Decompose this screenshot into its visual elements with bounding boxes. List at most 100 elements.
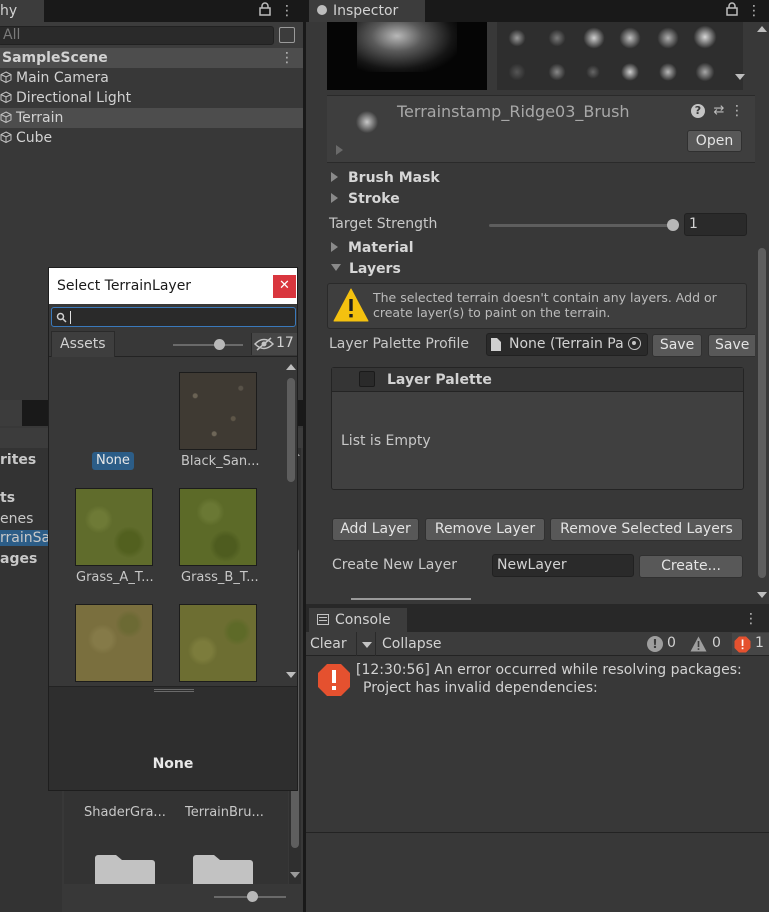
terrain-texture-grass-b — [179, 488, 257, 566]
asset-header-foldout-arrow[interactable] — [336, 145, 343, 155]
create-new-layer-label: Create New Layer — [332, 557, 457, 573]
brush-thumbnail[interactable] — [691, 24, 719, 50]
slider-thumb[interactable] — [667, 219, 679, 231]
popup-search-input[interactable] — [51, 307, 296, 327]
open-button[interactable]: Open — [687, 130, 742, 152]
brush-thumbnail[interactable] — [655, 26, 681, 50]
grid-item-none[interactable]: None — [59, 370, 164, 470]
inspector-tab[interactable]: Inspector — [309, 0, 425, 22]
foldout-stroke[interactable]: Stroke — [331, 191, 400, 207]
grid-item-terrain-4[interactable] — [169, 602, 274, 686]
slider-thumb[interactable] — [214, 339, 225, 350]
target-strength-input[interactable]: 1 — [684, 213, 747, 236]
create-layer-button[interactable]: Create... — [639, 555, 743, 578]
scroll-thumb[interactable] — [287, 378, 295, 482]
more-options-icon[interactable]: ⋮ — [747, 1, 761, 21]
popup-grid-scrollbar[interactable] — [285, 358, 297, 686]
layer-palette-select-all-checkbox[interactable] — [359, 371, 375, 387]
new-layer-name-input[interactable]: NewLayer — [492, 554, 634, 577]
brush-thumbnail[interactable] — [585, 64, 601, 80]
brush-grid-scroll-down-icon[interactable] — [735, 74, 745, 80]
preview-resize-handle[interactable] — [154, 689, 194, 692]
brush-thumbnail[interactable] — [547, 28, 567, 48]
clear-options-dropdown[interactable] — [356, 632, 376, 656]
project-status-bar — [64, 884, 301, 912]
brush-thumbnail[interactable] — [581, 26, 607, 50]
foldout-material[interactable]: Material — [331, 240, 414, 256]
error-count-toggle[interactable]: 1 — [732, 633, 769, 655]
console-error-entry[interactable]: [12:30:56] An error occurred while resol… — [306, 657, 769, 707]
popup-preview-pane — [49, 686, 297, 790]
brush-thumbnail-grid[interactable] — [497, 22, 743, 90]
more-options-icon[interactable]: ⋮ — [280, 1, 294, 21]
console-tab[interactable]: Console — [309, 608, 407, 632]
assets-tab[interactable]: Assets — [51, 331, 115, 357]
inspector-scrollbar[interactable] — [755, 22, 769, 604]
scroll-down-arrow[interactable] — [757, 592, 767, 598]
error-icon — [734, 636, 751, 653]
foldout-brush-mask[interactable]: Brush Mask — [331, 170, 440, 186]
brush-thumbnail[interactable] — [693, 62, 717, 82]
lock-icon[interactable] — [257, 2, 273, 20]
object-picker-icon[interactable] — [628, 337, 641, 350]
grid-item-black-sand[interactable]: Black_San... — [169, 370, 274, 470]
scroll-down-arrow[interactable] — [290, 872, 300, 878]
remove-layer-button[interactable]: Remove Layer — [425, 518, 545, 541]
project-sidebar-scenes[interactable]: enes — [0, 511, 33, 527]
collapse-button[interactable]: Collapse — [382, 636, 442, 652]
hierarchy-search-mode-icon[interactable] — [279, 27, 295, 43]
hierarchy-item-terrain[interactable]: Terrain — [0, 108, 303, 128]
project-sidebar-favorites[interactable]: rites — [0, 452, 36, 468]
popup-zoom-slider[interactable] — [173, 339, 243, 351]
grid-item-grass-b[interactable]: Grass_B_T... — [169, 486, 274, 586]
folder-icon[interactable] — [94, 852, 156, 886]
grid-item-terrain-3[interactable] — [59, 602, 164, 686]
hierarchy-item-main-camera[interactable]: Main Camera — [0, 68, 303, 88]
save-profile-button[interactable]: Save — [652, 334, 702, 357]
brush-thumbnail[interactable] — [507, 28, 527, 48]
hierarchy-tab[interactable]: hy — [0, 0, 44, 22]
target-strength-slider[interactable] — [489, 216, 679, 236]
project-sidebar-packages[interactable]: ages — [0, 551, 37, 567]
add-layer-button[interactable]: Add Layer — [332, 518, 419, 541]
popup-close-button[interactable]: ✕ — [273, 275, 296, 298]
scene-header[interactable]: SampleScene — [0, 48, 303, 68]
terrain-texture-grass-a — [75, 488, 153, 566]
help-icon[interactable]: ? — [691, 104, 705, 118]
layer-palette-profile-field[interactable]: None (Terrain Pa — [486, 333, 648, 356]
project-asset-label[interactable]: ShaderGra... — [84, 805, 166, 820]
scene-menu-icon[interactable]: ⋮ — [280, 48, 294, 68]
warning-count-toggle[interactable]: 0 — [690, 635, 726, 653]
hierarchy-item-directional-light[interactable]: Directional Light — [0, 88, 303, 108]
scroll-up-arrow[interactable] — [757, 26, 767, 32]
grid-item-grass-a[interactable]: Grass_A_T... — [59, 486, 164, 586]
console-menu-icon[interactable]: ⋮ — [744, 609, 758, 629]
info-count: 0 — [667, 635, 676, 651]
folder-icon[interactable] — [192, 852, 254, 886]
hierarchy-item-cube[interactable]: Cube — [0, 128, 303, 148]
preset-icon[interactable]: ⇄ — [711, 101, 727, 121]
info-count-toggle[interactable]: ! 0 — [647, 635, 683, 653]
brush-thumbnail[interactable] — [547, 62, 567, 82]
brush-thumbnail[interactable] — [507, 62, 527, 82]
brush-preview-selected[interactable] — [327, 22, 487, 90]
project-sidebar-assets[interactable]: ts — [0, 490, 15, 506]
scroll-up-arrow[interactable] — [286, 364, 296, 370]
brush-thumbnail[interactable] — [657, 62, 679, 82]
project-asset-label[interactable]: TerrainBru... — [185, 805, 264, 820]
remove-selected-layers-button[interactable]: Remove Selected Layers — [550, 518, 743, 541]
hidden-packages-toggle[interactable]: 17 — [251, 333, 297, 355]
console-details-splitter[interactable] — [306, 832, 769, 833]
scroll-down-arrow[interactable] — [286, 672, 296, 678]
lock-icon[interactable] — [724, 2, 740, 20]
hierarchy-search-input[interactable]: All — [0, 26, 274, 45]
brush-preview-glow — [357, 22, 457, 72]
scroll-thumb[interactable] — [758, 248, 766, 578]
brush-thumbnail[interactable] — [619, 62, 641, 82]
clear-button[interactable]: Clear — [310, 636, 347, 652]
brush-thumbnail[interactable] — [617, 26, 643, 50]
asset-menu-icon[interactable]: ⋮ — [730, 101, 744, 121]
asset-size-slider-thumb[interactable] — [247, 891, 258, 902]
foldout-layers[interactable]: Layers — [331, 261, 401, 277]
project-tab[interactable] — [0, 400, 22, 426]
